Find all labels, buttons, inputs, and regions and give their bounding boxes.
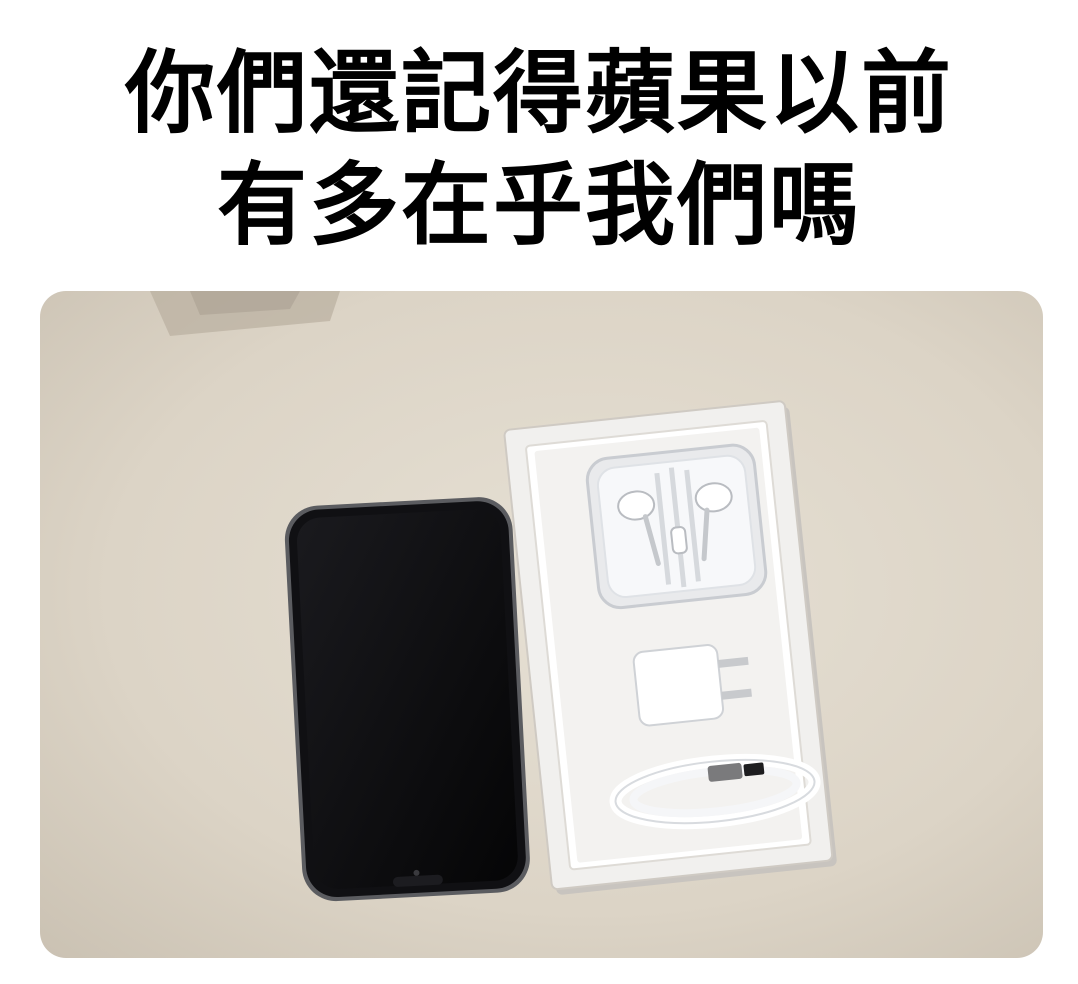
unboxing-photo [40, 291, 1043, 958]
meme-caption: 你們還記得蘋果以前 有多在乎我們嗎 [0, 38, 1078, 262]
caption-line-2: 有多在乎我們嗎 [217, 153, 861, 258]
caption-line-1: 你們還記得蘋果以前 [125, 41, 953, 146]
earpods-case-icon [585, 443, 768, 610]
smartphone-icon [284, 497, 530, 902]
